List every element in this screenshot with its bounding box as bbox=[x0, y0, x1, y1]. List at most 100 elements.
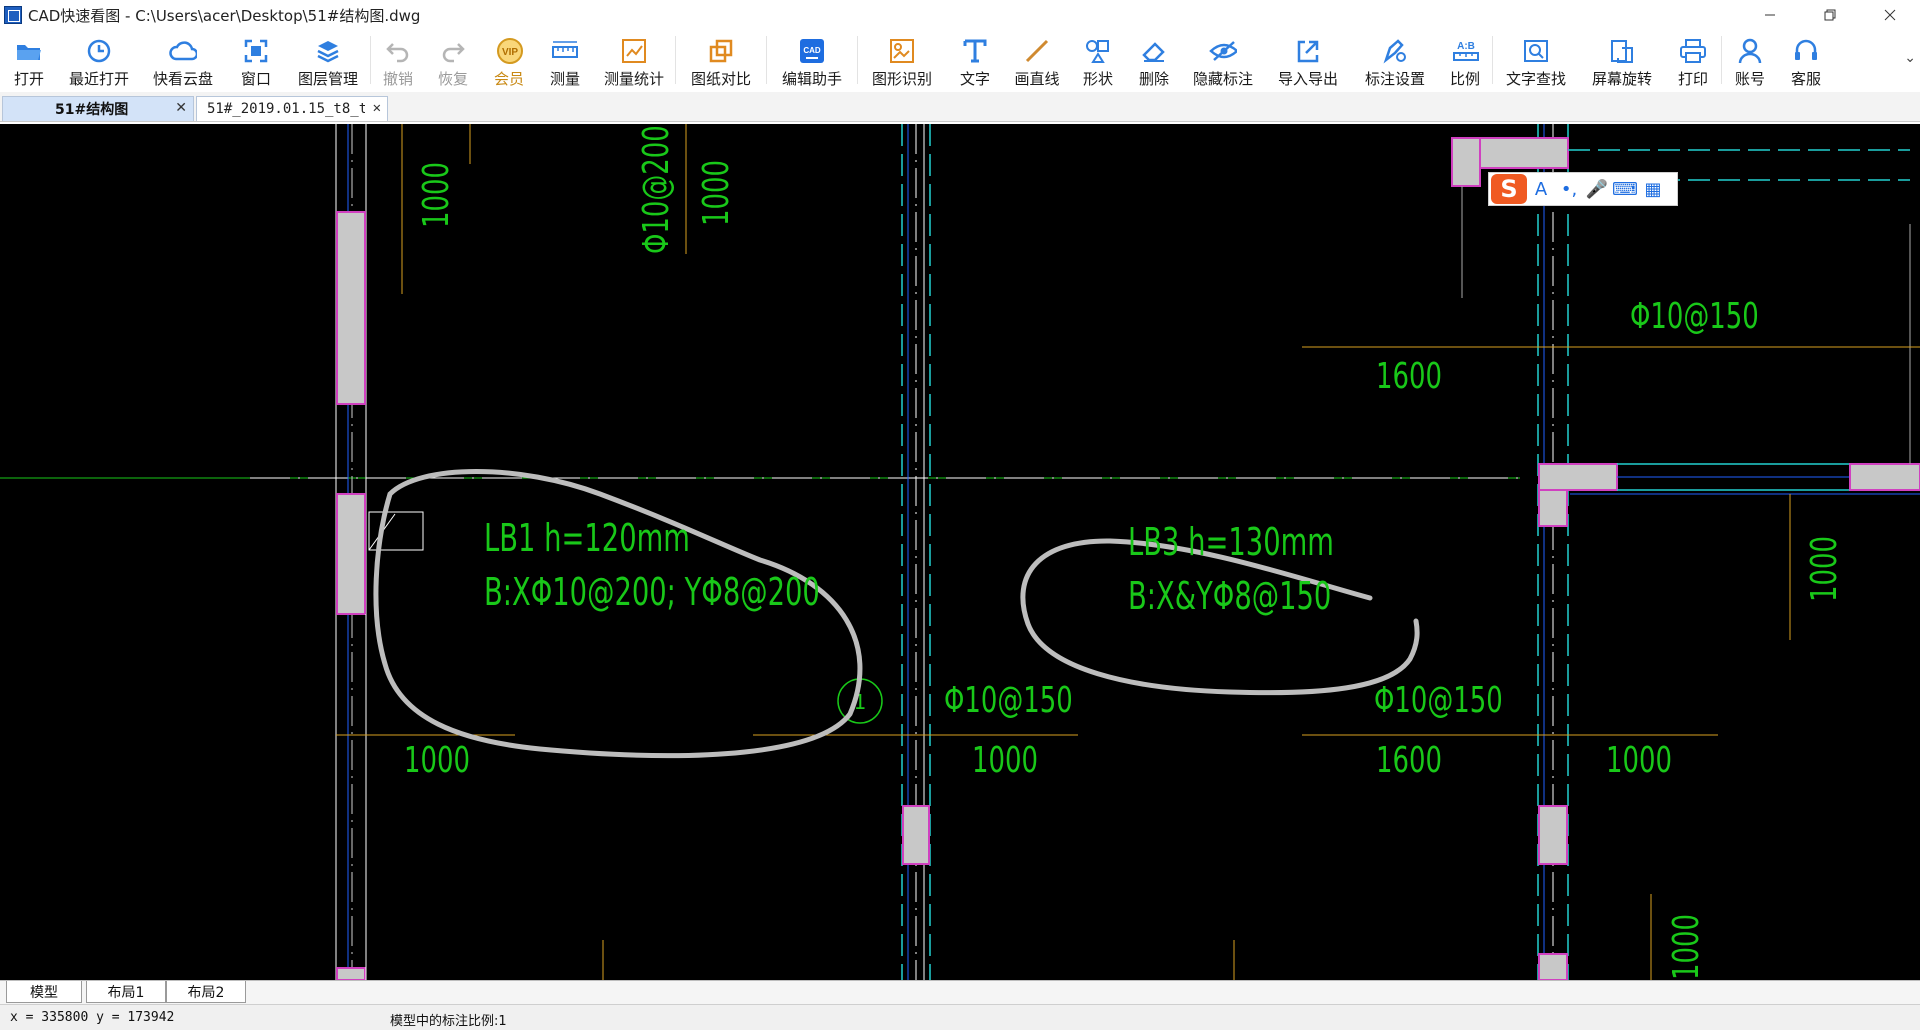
slab-lb1-height: LB1 h=120mm bbox=[484, 516, 690, 560]
tab-51-2019[interactable]: 51#_2019.01.15_t8_t3 ✕ bbox=[196, 96, 388, 121]
edit-assistant-icon: CAD bbox=[798, 37, 826, 65]
tool-print[interactable]: 打印 bbox=[1665, 30, 1721, 90]
wall-block bbox=[336, 493, 366, 615]
dimension-label: 1000 bbox=[1666, 914, 1707, 980]
tab-model[interactable]: 模型 bbox=[6, 981, 82, 1003]
microphone-icon[interactable]: 🎤 bbox=[1583, 179, 1611, 200]
tool-open[interactable]: 打开 bbox=[0, 30, 58, 90]
dimension-label: 1600 bbox=[1376, 356, 1442, 397]
svg-text:VIP: VIP bbox=[502, 47, 518, 58]
ime-mode-icon[interactable]: A bbox=[1527, 179, 1555, 200]
dimension-label: 1000 bbox=[1804, 536, 1845, 602]
dimension-label: 1000 bbox=[404, 740, 470, 781]
toolbar-overflow-chevron-icon[interactable]: ⌄ bbox=[1904, 50, 1916, 66]
layout-tab-bar: 模型 布局1 布局2 bbox=[0, 980, 1920, 1004]
dimension-label: 1000 bbox=[696, 160, 737, 226]
user-icon bbox=[1736, 37, 1764, 65]
wall-block bbox=[336, 967, 366, 980]
ime-apps-icon[interactable]: ▦ bbox=[1639, 179, 1667, 200]
tool-window[interactable]: 窗口 bbox=[226, 30, 286, 90]
sogou-logo-icon[interactable]: S bbox=[1491, 174, 1527, 204]
tool-hide-annotation[interactable]: 隐藏标注 bbox=[1182, 30, 1264, 90]
compare-icon bbox=[707, 37, 735, 65]
tool-delete[interactable]: 删除 bbox=[1126, 30, 1182, 90]
tool-drawing-compare[interactable]: 图纸对比 bbox=[676, 30, 766, 90]
slab-lb3-height: LB3 h=130mm bbox=[1128, 520, 1334, 564]
rebar-label: Φ10@150 bbox=[1630, 296, 1759, 337]
shape-recognize-icon bbox=[888, 37, 916, 65]
tool-scale[interactable]: A:B 比例 bbox=[1438, 30, 1492, 90]
close-window-button[interactable] bbox=[1860, 0, 1920, 30]
line-icon bbox=[1023, 37, 1051, 65]
redo-icon bbox=[439, 37, 467, 65]
layers-icon bbox=[314, 37, 342, 65]
annotation-settings-icon bbox=[1381, 37, 1409, 65]
annotation-scale: 模型中的标注比例:1 bbox=[390, 1014, 507, 1029]
tool-shapes[interactable]: 形状 bbox=[1070, 30, 1126, 90]
status-bar: x = 335800 y = 173942 模型中的标注比例:1 bbox=[0, 1004, 1920, 1030]
window-title: CAD快速看图 - C:\Users\acer\Desktop\51#结构图.d… bbox=[28, 6, 421, 25]
svg-text:A:B: A:B bbox=[1457, 41, 1475, 52]
ime-punctuation-icon[interactable]: •, bbox=[1555, 179, 1583, 200]
document-tab-bar: 51#结构图 ✕ 51#_2019.01.15_t8_t3 ✕ bbox=[0, 92, 1920, 122]
wall-block bbox=[1538, 805, 1568, 865]
tool-text-search[interactable]: 文字查找 bbox=[1493, 30, 1579, 90]
tool-layer-manager[interactable]: 图层管理 bbox=[286, 30, 370, 90]
import-export-icon bbox=[1294, 37, 1322, 65]
dimension-label: 1000 bbox=[1606, 740, 1672, 781]
tool-undo[interactable]: 撤销 bbox=[371, 30, 425, 90]
tool-customer-service[interactable]: 客服 bbox=[1778, 30, 1834, 90]
restore-button[interactable] bbox=[1800, 0, 1860, 30]
wall-block bbox=[1538, 463, 1618, 491]
wall-block bbox=[902, 805, 930, 865]
cad-geometry: 1 bbox=[0, 124, 1920, 980]
wall-block bbox=[1451, 137, 1481, 187]
tool-measure-stats[interactable]: 测量统计 bbox=[593, 30, 675, 90]
tool-import-export[interactable]: 导入导出 bbox=[1264, 30, 1352, 90]
rotate-screen-icon bbox=[1608, 37, 1636, 65]
window-controls bbox=[1740, 0, 1920, 30]
tool-draw-line[interactable]: 画直线 bbox=[1004, 30, 1070, 90]
tool-recent-open[interactable]: 最近打开 bbox=[58, 30, 140, 90]
eraser-icon bbox=[1140, 37, 1168, 65]
headset-icon bbox=[1792, 37, 1820, 65]
tab-layout2[interactable]: 布局2 bbox=[166, 981, 246, 1003]
rebar-label-vertical: Φ10@200 bbox=[636, 125, 677, 254]
vip-icon: VIP bbox=[495, 37, 523, 65]
tool-shape-recognize[interactable]: 图形识别 bbox=[858, 30, 946, 90]
window-frame-icon bbox=[242, 37, 270, 65]
svg-text:CAD: CAD bbox=[803, 46, 821, 55]
tool-rotate-screen[interactable]: 屏幕旋转 bbox=[1579, 30, 1665, 90]
folder-open-icon bbox=[15, 37, 43, 65]
main-toolbar: 打开 最近打开 快看云盘 窗口 图层管理 撤销 恢复 VIP 会员 测量 测量统… bbox=[0, 30, 1920, 90]
drawing-canvas[interactable]: 1 LB1 h=120mm B:XΦ10@200; YΦ8@200 LB3 h=… bbox=[0, 124, 1920, 980]
tool-cloud-drive[interactable]: 快看云盘 bbox=[140, 30, 226, 90]
text-t-icon bbox=[961, 37, 989, 65]
rebar-label: Φ10@150 bbox=[944, 680, 1073, 721]
measure-stats-icon bbox=[620, 37, 648, 65]
minimize-button[interactable] bbox=[1740, 0, 1800, 30]
close-icon bbox=[1884, 9, 1896, 21]
dimension-label: 1000 bbox=[972, 740, 1038, 781]
close-tab-icon[interactable]: ✕ bbox=[373, 100, 381, 116]
tab-51-structure[interactable]: 51#结构图 ✕ bbox=[2, 96, 194, 121]
minimize-icon bbox=[1765, 14, 1775, 16]
close-tab-icon[interactable]: ✕ bbox=[175, 100, 187, 116]
keyboard-icon[interactable]: ⌨ bbox=[1611, 179, 1639, 200]
ime-toolbar[interactable]: S A •, 🎤 ⌨ ▦ bbox=[1488, 172, 1678, 206]
title-bar: CAD快速看图 - C:\Users\acer\Desktop\51#结构图.d… bbox=[0, 0, 1920, 30]
tab-layout1[interactable]: 布局1 bbox=[86, 981, 166, 1003]
wall-block bbox=[1538, 953, 1568, 980]
app-logo-icon bbox=[4, 6, 22, 24]
tool-text[interactable]: 文字 bbox=[946, 30, 1004, 90]
slab-lb3-rebar: B:X&YΦ8@150 bbox=[1128, 574, 1332, 618]
tool-edit-assistant[interactable]: CAD 编辑助手 bbox=[767, 30, 857, 90]
tool-vip[interactable]: VIP 会员 bbox=[481, 30, 537, 90]
restore-icon bbox=[1824, 9, 1836, 21]
tool-account[interactable]: 账号 bbox=[1722, 30, 1778, 90]
tool-measure[interactable]: 测量 bbox=[537, 30, 593, 90]
tool-redo[interactable]: 恢复 bbox=[425, 30, 481, 90]
eye-hide-icon bbox=[1209, 37, 1237, 65]
tool-annotation-settings[interactable]: 标注设置 bbox=[1352, 30, 1438, 90]
slab-lb1-rebar: B:XΦ10@200; YΦ8@200 bbox=[484, 570, 820, 614]
